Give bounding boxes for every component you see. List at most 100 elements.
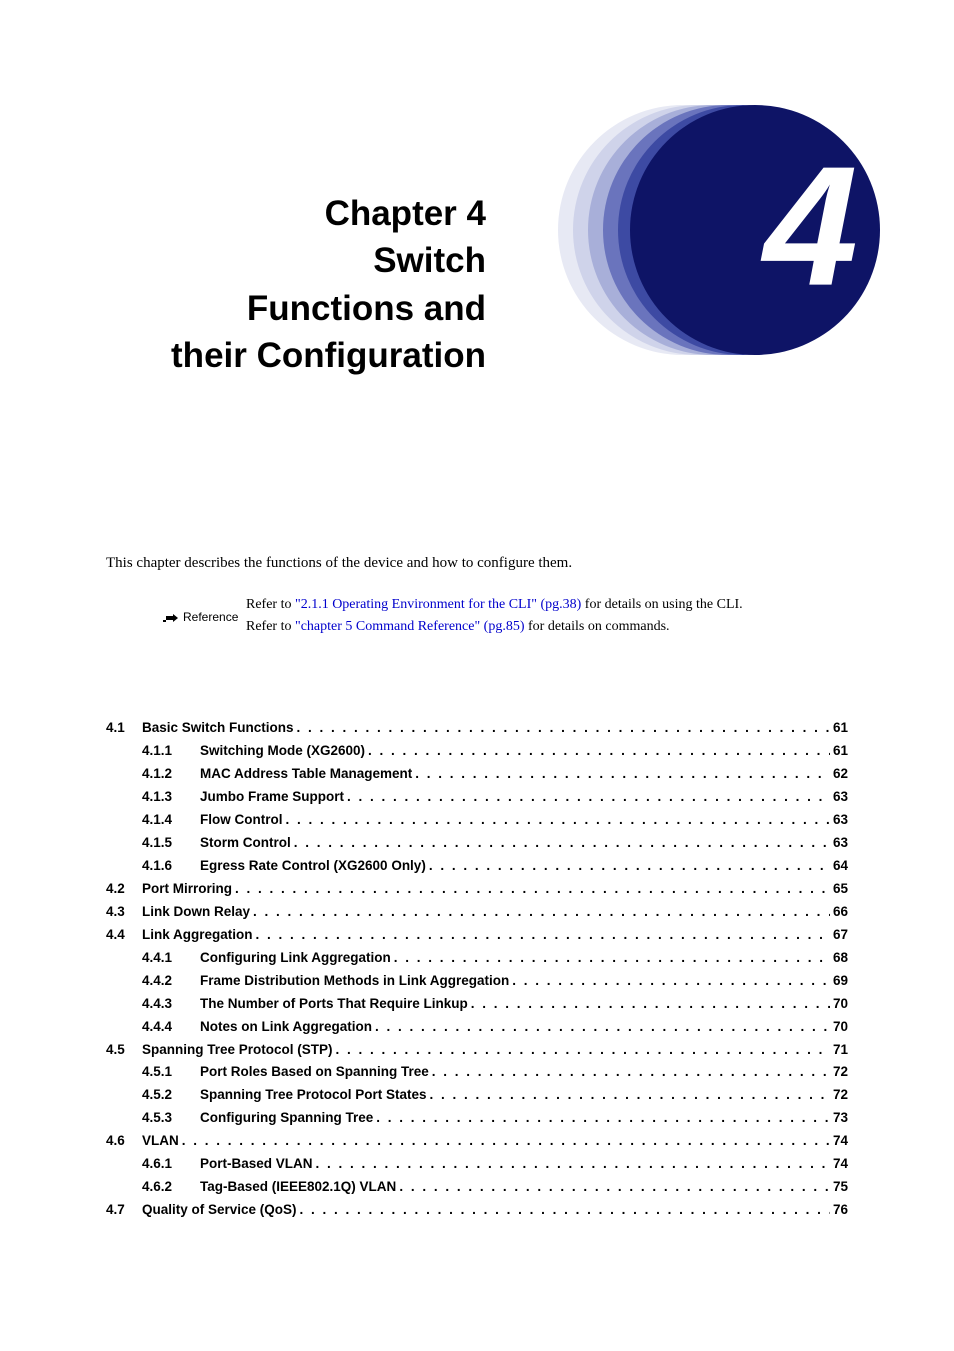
toc-page: 61 [833, 717, 848, 740]
toc-page: 71 [833, 1039, 848, 1062]
reference-block: Reference Refer to "2.1.1 Operating Envi… [161, 594, 848, 637]
toc-entry[interactable]: 4.4.1Configuring Link Aggregation68 [106, 947, 848, 970]
reference-line: Refer to "chapter 5 Command Reference" (… [246, 616, 848, 638]
toc-number: 4.6.2 [142, 1176, 200, 1199]
reference-line: Refer to "2.1.1 Operating Environment fo… [246, 594, 848, 616]
toc-number: 4.1.6 [142, 855, 200, 878]
toc-number: 4.1.1 [142, 740, 200, 763]
reference-label-text: Reference [183, 610, 238, 624]
reference-text: for details on commands. [525, 619, 670, 634]
toc-title: Link Down Relay [142, 901, 250, 924]
toc-entry[interactable]: 4.6VLAN74 [106, 1130, 848, 1153]
toc-title: The Number of Ports That Require Linkup [200, 993, 468, 1016]
toc-entry[interactable]: 4.1.3Jumbo Frame Support63 [106, 786, 848, 809]
toc-number: 4.1.4 [142, 809, 200, 832]
toc-page: 76 [833, 1199, 848, 1222]
toc-page: 62 [833, 763, 848, 786]
toc-leader [399, 1176, 830, 1199]
chapter-number: 4 [763, 142, 850, 312]
toc-leader [253, 901, 830, 924]
toc-page: 72 [833, 1084, 848, 1107]
toc-leader [375, 1016, 830, 1039]
toc-page: 74 [833, 1153, 848, 1176]
toc-title: Switching Mode (XG2600) [200, 740, 365, 763]
toc-title: MAC Address Table Management [200, 763, 412, 786]
toc-leader [415, 763, 830, 786]
toc-entry[interactable]: 4.1.4Flow Control63 [106, 809, 848, 832]
toc-page: 63 [833, 786, 848, 809]
toc-number: 4.4.2 [142, 970, 200, 993]
toc-number: 4.5.2 [142, 1084, 200, 1107]
toc-title: Port Mirroring [142, 878, 232, 901]
toc-leader [432, 1061, 830, 1084]
toc-title: Configuring Spanning Tree [200, 1107, 373, 1130]
toc-entry[interactable]: 4.3Link Down Relay66 [106, 901, 848, 924]
toc-page: 67 [833, 924, 848, 947]
page: Chapter 4 Switch Functions and their Con… [0, 0, 954, 1351]
toc-number: 4.4.3 [142, 993, 200, 1016]
toc-number: 4.5.1 [142, 1061, 200, 1084]
toc-number: 4.1.3 [142, 786, 200, 809]
toc-leader [256, 924, 830, 947]
toc-page: 68 [833, 947, 848, 970]
toc-number: 4.4.4 [142, 1016, 200, 1039]
toc-title: Configuring Link Aggregation [200, 947, 391, 970]
toc-title: Quality of Service (QoS) [142, 1199, 297, 1222]
toc-number: 4.2 [106, 878, 142, 901]
table-of-contents: 4.1Basic Switch Functions614.1.1Switchin… [106, 717, 848, 1222]
toc-title: Link Aggregation [142, 924, 253, 947]
toc-leader [297, 717, 830, 740]
toc-entry[interactable]: 4.6.2Tag-Based (IEEE802.1Q) VLAN75 [106, 1176, 848, 1199]
toc-number: 4.1 [106, 717, 142, 740]
toc-title: Flow Control [200, 809, 282, 832]
toc-entry[interactable]: 4.1.1Switching Mode (XG2600)61 [106, 740, 848, 763]
toc-page: 63 [833, 832, 848, 855]
toc-entry[interactable]: 4.1.2MAC Address Table Management62 [106, 763, 848, 786]
toc-entry[interactable]: 4.4.4Notes on Link Aggregation70 [106, 1016, 848, 1039]
toc-title: Spanning Tree Protocol Port States [200, 1084, 427, 1107]
chapter-number-badge: 4 [558, 100, 878, 360]
toc-entry[interactable]: 4.1.5Storm Control 63 [106, 832, 848, 855]
toc-entry[interactable]: 4.5Spanning Tree Protocol (STP)71 [106, 1039, 848, 1062]
chapter-title-line: their Configuration [106, 332, 486, 379]
toc-entry[interactable]: 4.5.2Spanning Tree Protocol Port States 7… [106, 1084, 848, 1107]
chapter-title-line: Functions and [106, 285, 486, 332]
reference-text: Refer to [246, 619, 295, 634]
toc-entry[interactable]: 4.5.1Port Roles Based on Spanning Tree72 [106, 1061, 848, 1084]
toc-leader [471, 993, 830, 1016]
toc-leader [430, 1084, 830, 1107]
toc-page: 64 [833, 855, 848, 878]
toc-number: 4.1.5 [142, 832, 200, 855]
toc-number: 4.5.3 [142, 1107, 200, 1130]
toc-entry[interactable]: 4.6.1Port-Based VLAN74 [106, 1153, 848, 1176]
toc-entry[interactable]: 4.4Link Aggregation 67 [106, 924, 848, 947]
reference-link[interactable]: "2.1.1 Operating Environment for the CLI… [295, 597, 581, 612]
intro-text: This chapter describes the functions of … [106, 555, 848, 572]
reference-lines: Refer to "2.1.1 Operating Environment fo… [246, 594, 848, 637]
pointing-hand-icon [161, 612, 179, 622]
toc-entry[interactable]: 4.2Port Mirroring65 [106, 878, 848, 901]
toc-entry[interactable]: 4.4.3The Number of Ports That Require Li… [106, 993, 848, 1016]
toc-entry[interactable]: 4.7Quality of Service (QoS)76 [106, 1199, 848, 1222]
toc-leader [336, 1039, 830, 1062]
chapter-title: Chapter 4 Switch Functions and their Con… [106, 190, 486, 379]
toc-number: 4.4 [106, 924, 142, 947]
toc-title: Tag-Based (IEEE802.1Q) VLAN [200, 1176, 396, 1199]
toc-page: 72 [833, 1061, 848, 1084]
chapter-title-line: Chapter 4 [106, 190, 486, 237]
reference-link[interactable]: "chapter 5 Command Reference" (pg.85) [295, 619, 525, 634]
toc-title: Basic Switch Functions [142, 717, 294, 740]
chapter-header: Chapter 4 Switch Functions and their Con… [106, 100, 848, 380]
toc-title: Storm Control [200, 832, 291, 855]
toc-page: 69 [833, 970, 848, 993]
toc-leader [429, 855, 830, 878]
toc-page: 74 [833, 1130, 848, 1153]
toc-leader [368, 740, 830, 763]
toc-entry[interactable]: 4.1Basic Switch Functions 61 [106, 717, 848, 740]
toc-title: Port-Based VLAN [200, 1153, 313, 1176]
toc-entry[interactable]: 4.1.6Egress Rate Control (XG2600 Only)64 [106, 855, 848, 878]
toc-leader [182, 1130, 830, 1153]
toc-entry[interactable]: 4.4.2Frame Distribution Methods in Link … [106, 970, 848, 993]
chapter-title-line: Switch [106, 237, 486, 284]
toc-entry[interactable]: 4.5.3Configuring Spanning Tree73 [106, 1107, 848, 1130]
